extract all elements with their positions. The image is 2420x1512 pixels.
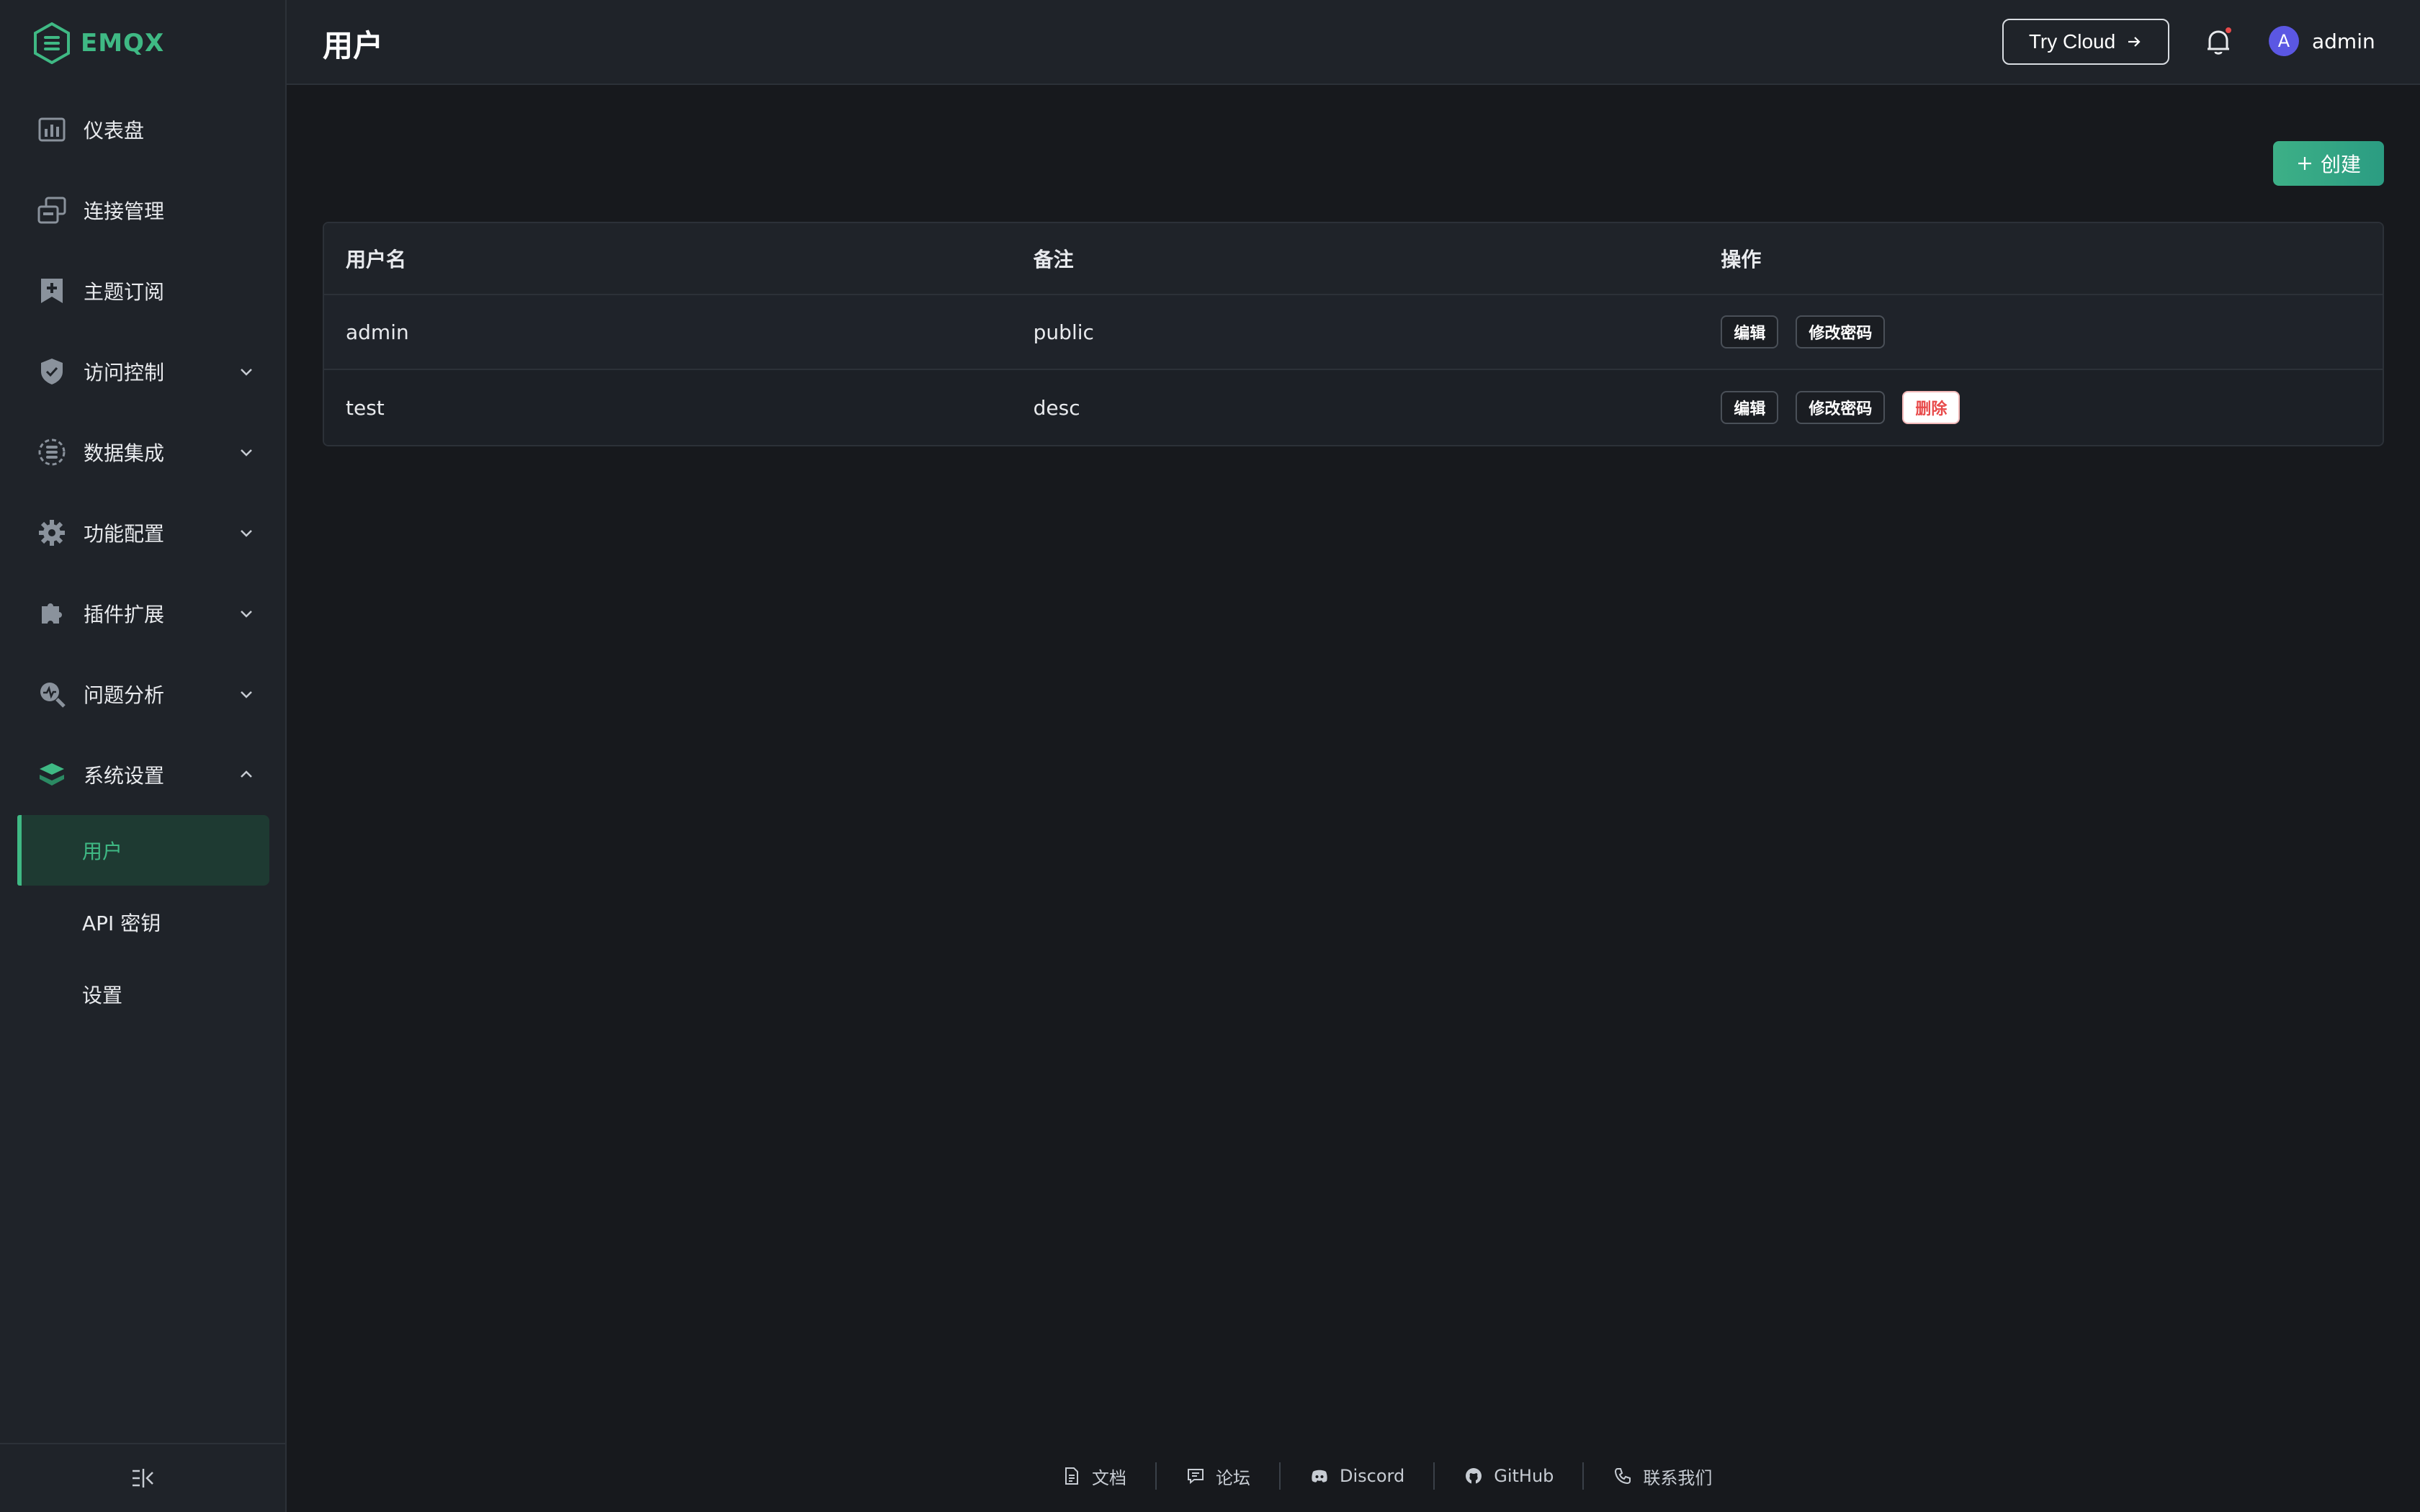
sidebar-item-access-control[interactable]: 访问控制 (0, 331, 287, 412)
sidebar-nav: 仪表盘 连接管理 主题订阅 访问控制 数据集成 功能配置 插件扩展 问题分析 系… (0, 89, 287, 1031)
sidebar-item-label: 插件扩展 (84, 603, 165, 626)
user-name: admin (2312, 29, 2375, 53)
avatar: A (2269, 26, 2299, 56)
notification-button[interactable] (2201, 24, 2236, 59)
sidebar-item-label: 系统设置 (84, 764, 165, 788)
chevron-down-icon[interactable] (238, 524, 255, 541)
cell-actions: 编辑 修改密码 (1699, 315, 2383, 348)
sidebar-item-label: 连接管理 (84, 199, 165, 223)
change-password-button[interactable]: 修改密码 (1796, 391, 1886, 424)
chevron-down-icon[interactable] (238, 605, 255, 622)
collapse-icon (133, 1469, 153, 1488)
sidebar-subitem-settings[interactable]: 设置 (17, 959, 269, 1030)
edit-button[interactable]: 编辑 (1721, 391, 1779, 424)
sidebar-item-label: 仪表盘 (84, 119, 145, 143)
shield-icon (37, 357, 66, 386)
sidebar-item-label: 访问控制 (84, 361, 165, 384)
column-header-username: 用户名 (346, 248, 407, 271)
create-user-button[interactable]: 创建 (2273, 141, 2384, 186)
system-settings-icon (37, 760, 66, 789)
table-row: admin public 编辑 修改密码 (324, 295, 2383, 370)
sidebar-item-label: 功能配置 (84, 522, 165, 546)
sidebar-item-subscriptions[interactable]: 主题订阅 (0, 251, 287, 331)
collapse-sidebar-button[interactable] (0, 1443, 287, 1512)
system-settings-submenu: 用户 API 密钥 设置 (0, 815, 287, 1030)
sidebar-item-diagnosis[interactable]: 问题分析 (0, 654, 287, 734)
footer-link-label: GitHub (1494, 1466, 1554, 1486)
footer-link-github[interactable]: GitHub (1435, 1466, 1582, 1486)
footer-link-label: 论坛 (1216, 1467, 1250, 1488)
user-menu[interactable]: A admin (2269, 26, 2375, 56)
main-content: 创建 用户名 备注 操作 admin public 编辑 修改密码 test d… (287, 86, 2420, 1512)
subscription-icon (37, 276, 66, 305)
chevron-down-icon[interactable] (238, 363, 255, 380)
column-header-note: 备注 (1033, 248, 1074, 271)
logo-text: EMQX (81, 29, 165, 58)
create-label: 创建 (2320, 153, 2361, 176)
doc-icon (1065, 1467, 1078, 1485)
footer-link-discord[interactable]: Discord (1281, 1466, 1433, 1486)
github-icon (1466, 1468, 1482, 1484)
try-cloud-button[interactable]: Try Cloud (2002, 19, 2169, 65)
sidebar-item-data-integration[interactable]: 数据集成 (0, 412, 287, 492)
sidebar-item-dashboard[interactable]: 仪表盘 (0, 89, 287, 170)
phone-icon (1615, 1468, 1631, 1485)
app-root: EMQX 仪表盘 连接管理 主题订阅 访问控制 数据集成 功能配置 插件扩展 问… (0, 0, 2420, 1512)
footer-link-label: 联系我们 (1643, 1467, 1713, 1488)
forum-icon (1188, 1469, 1204, 1485)
footer-link-label: 文档 (1092, 1467, 1126, 1488)
sidebar-item-label: 数据集成 (84, 441, 165, 465)
dashboard-icon (37, 115, 66, 144)
footer-link-forum[interactable]: 论坛 (1157, 1464, 1279, 1489)
cell-note: public (1033, 320, 1094, 344)
change-password-button[interactable]: 修改密码 (1796, 315, 1886, 348)
chevron-down-icon[interactable] (238, 444, 255, 461)
sidebar-item-label: 问题分析 (84, 683, 165, 707)
table-row: test desc 编辑 修改密码 删除 (324, 370, 2383, 445)
arrow-right-icon (2128, 37, 2141, 47)
logo[interactable]: EMQX (33, 22, 164, 65)
sidebar-item-feature-config[interactable]: 功能配置 (0, 492, 287, 573)
chevron-down-icon[interactable] (238, 685, 255, 703)
plus-icon (2298, 157, 2311, 170)
sidebar-item-connections[interactable]: 连接管理 (0, 170, 287, 251)
footer-link-contact[interactable]: 联系我们 (1584, 1464, 1741, 1489)
footer-link-docs[interactable]: 文档 (1033, 1464, 1155, 1489)
data-integration-icon (37, 438, 66, 467)
edit-button[interactable]: 编辑 (1721, 315, 1779, 348)
cell-username: admin (346, 320, 409, 344)
puzzle-icon (37, 599, 66, 628)
users-table: 用户名 备注 操作 admin public 编辑 修改密码 test desc… (323, 222, 2384, 446)
sidebar-item-system-settings[interactable]: 系统设置 (0, 734, 287, 815)
sidebar-item-label: 主题订阅 (84, 280, 165, 304)
connections-icon (37, 196, 66, 225)
table-header-row: 用户名 备注 操作 (324, 223, 2383, 295)
top-header: 用户 Try Cloud A admin (287, 0, 2420, 85)
chevron-up-icon[interactable] (238, 766, 255, 783)
discord-icon (1312, 1470, 1327, 1482)
footer-link-label: Discord (1340, 1466, 1405, 1486)
diagnosis-icon (37, 680, 66, 708)
try-cloud-label: Try Cloud (2028, 30, 2116, 53)
footer-links: 文档 论坛 Discord GitHub 联系我们 (1033, 1459, 1741, 1493)
notification-badge (2224, 26, 2233, 35)
sidebar: EMQX 仪表盘 连接管理 主题订阅 访问控制 数据集成 功能配置 插件扩展 问… (0, 0, 287, 1512)
emqx-logo-icon (34, 22, 70, 64)
column-header-actions: 操作 (1721, 248, 1762, 271)
cell-note: desc (1033, 395, 1080, 420)
sidebar-subitem-users[interactable]: 用户 (17, 815, 269, 886)
sidebar-subitem-api-keys[interactable]: API 密钥 (17, 887, 269, 958)
page-title: 用户 (323, 28, 384, 63)
gear-icon (37, 518, 66, 547)
cell-username: test (346, 395, 385, 420)
sidebar-item-plugins[interactable]: 插件扩展 (0, 573, 287, 654)
delete-button[interactable]: 删除 (1902, 391, 1960, 424)
cell-actions: 编辑 修改密码 删除 (1699, 391, 2383, 424)
